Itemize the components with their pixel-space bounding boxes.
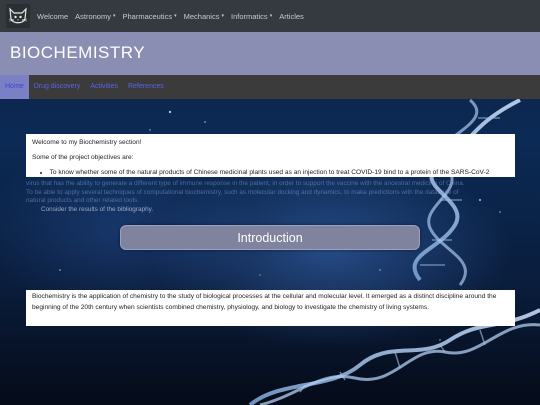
overflow-line: To be able to apply several techniques o… <box>26 188 459 196</box>
tab-references[interactable]: References <box>123 75 169 99</box>
section-tabs: Home Drug discovery Activities Reference… <box>0 75 540 99</box>
objectives-card: Welcome to my Biochemistry section! Some… <box>26 134 515 177</box>
nav-pharmaceutics-dropdown[interactable]: Pharmaceutics ▾ <box>123 12 177 21</box>
tab-home[interactable]: Home <box>0 75 29 99</box>
description-card: Biochemistry is the application of chemi… <box>26 290 515 326</box>
nav-welcome-label: Welcome <box>37 11 69 21</box>
objectives-list: To know whether some of the natural prod… <box>40 169 509 176</box>
list-item: To know whether some of the natural prod… <box>40 169 509 176</box>
page-title: BIOCHEMISTRY <box>10 43 146 62</box>
nav-mechanics-label: Mechanics <box>183 11 220 21</box>
nav-astronomy-dropdown[interactable]: Astronomy ▾ <box>75 12 115 21</box>
description-text: Biochemistry is the application of chemi… <box>32 293 497 311</box>
tab-drug-discovery[interactable]: Drug discovery <box>29 75 86 99</box>
objectives-overflow-text: virus that has the ability to generate a… <box>26 180 515 214</box>
nav-pharmaceutics-label: Pharmaceutics <box>122 11 173 21</box>
chevron-down-icon: ▾ <box>269 13 273 19</box>
nav-articles[interactable]: Articles <box>279 12 304 21</box>
overflow-line: Consider the results of the bibliography… <box>41 205 154 213</box>
nav-informatics-dropdown[interactable]: Informatics ▾ <box>231 12 272 21</box>
chevron-down-icon: ▾ <box>221 13 224 19</box>
nav-astronomy-label: Astronomy <box>75 11 111 21</box>
introduction-heading: Introduction <box>120 225 420 250</box>
nav-welcome[interactable]: Welcome <box>37 12 68 21</box>
top-navbar: Welcome Astronomy ▾ Pharmaceutics ▾ Mechan… <box>0 0 540 32</box>
chevron-down-icon: ▾ <box>174 13 177 19</box>
welcome-text: Welcome to my Biochemistry section! <box>32 139 142 146</box>
objectives-intro: Some of the project objectives are: <box>32 154 134 161</box>
cat-face-icon[interactable] <box>6 4 30 28</box>
overflow-line: natural products and other related tools… <box>26 197 139 205</box>
nav-informatics-label: Informatics <box>231 11 268 21</box>
page-banner: BIOCHEMISTRY <box>0 32 540 75</box>
nav-mechanics-dropdown[interactable]: Mechanics ▾ <box>184 12 224 21</box>
chevron-down-icon: ▾ <box>112 13 116 19</box>
tab-activities[interactable]: Activities <box>85 75 123 99</box>
nav-articles-label: Articles <box>279 11 304 21</box>
overflow-line: virus that has the ability to generate a… <box>26 180 465 187</box>
